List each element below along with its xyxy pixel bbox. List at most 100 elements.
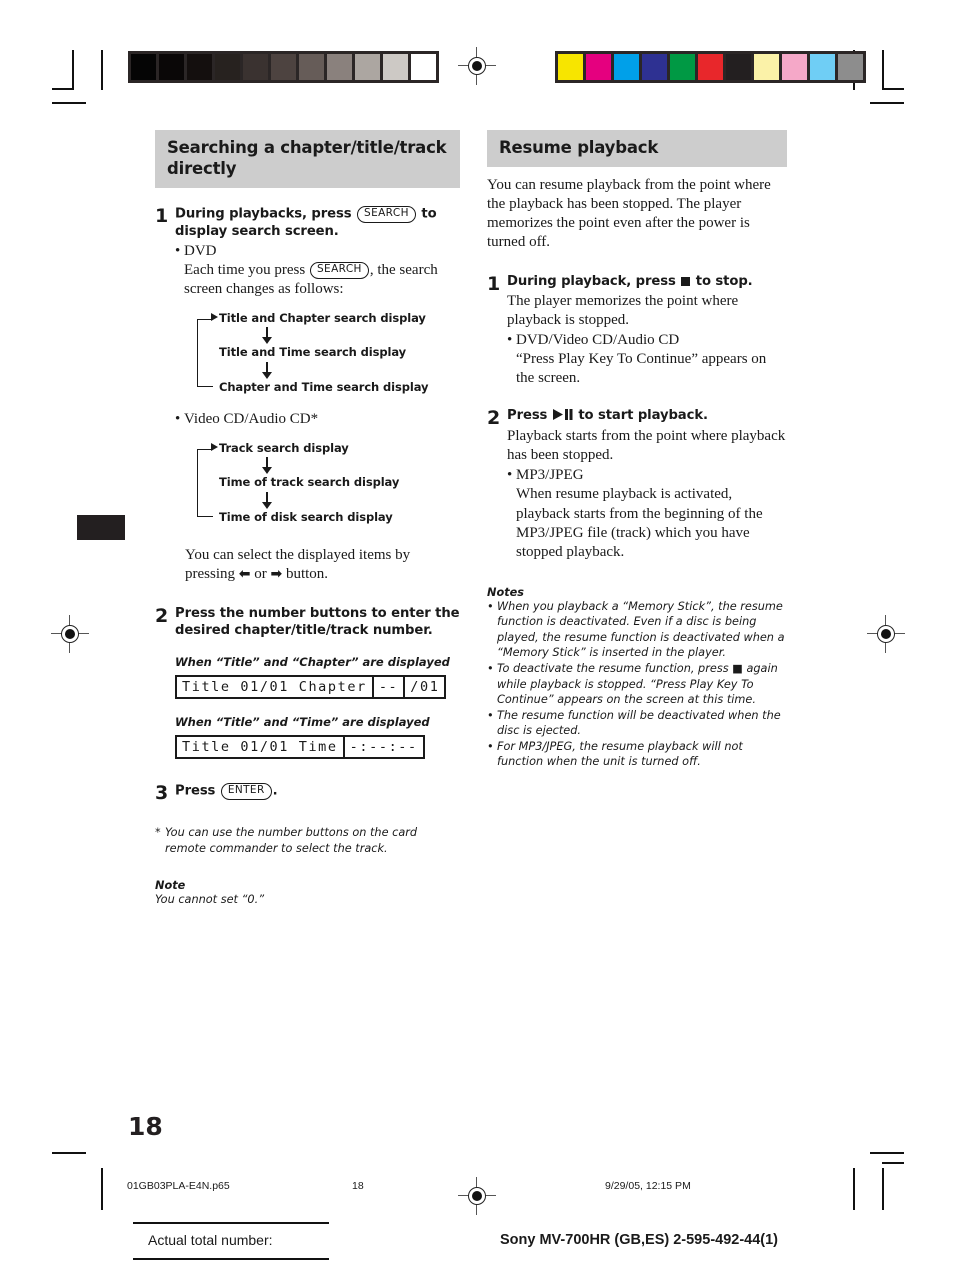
footer-timestamp: 9/29/05, 12:15 PM <box>605 1180 691 1192</box>
notes-list: • When you playback a “Memory Stick”, th… <box>487 599 787 770</box>
crop-mark-tr-h2 <box>870 102 904 104</box>
search-key-pill-2[interactable]: SEARCH <box>309 262 369 279</box>
select-note-b: or <box>254 565 267 582</box>
lcd-segment-main: Title 01/01 Chapter <box>182 679 367 696</box>
step-3-title-a: Press <box>175 783 216 799</box>
color-swatch-9 <box>810 54 835 80</box>
step-1-body: The player memorizes the point where pla… <box>507 293 739 329</box>
note-item-text: The resume function will be deactivated … <box>497 708 781 738</box>
step-2-body: Playback starts from the point where pla… <box>507 428 786 464</box>
flow-arrow-right-icon <box>211 313 218 322</box>
flow-arrow-down-icon <box>219 359 460 381</box>
color-swatch-3 <box>642 54 667 80</box>
lcd-segment-input[interactable]: -- <box>371 677 403 698</box>
lcd-segment-total: /01 <box>403 677 444 698</box>
crop-mark-br-v2 <box>882 1168 884 1210</box>
step-1-resume: 1 During playback, press to stop. The pl… <box>487 274 787 388</box>
bullet-vcd-label: Video CD/Audio CD* <box>184 410 319 427</box>
arrow-left-icon: ⬅ <box>238 565 251 582</box>
note-heading: Note <box>155 878 186 892</box>
gray-swatch-5 <box>271 54 296 80</box>
bullet-dot-icon: • <box>175 242 181 259</box>
gray-swatch-8 <box>355 54 380 80</box>
footer-model-line: Sony MV-700HR (GB,ES) 2-595-492-44(1) <box>500 1232 779 1248</box>
gray-swatch-9 <box>383 54 408 80</box>
bullet-dvd-label: DVD <box>184 242 217 259</box>
color-swatch-5 <box>698 54 723 80</box>
color-calibration-bar <box>555 51 866 83</box>
bullet-dot-icon: • <box>487 661 494 675</box>
flow-arrow-down-icon <box>219 489 460 511</box>
bullet-dot-icon: • <box>487 599 494 613</box>
gray-swatch-4 <box>243 54 268 80</box>
step-2-number: 2 <box>155 604 169 627</box>
step-1-bullets: • DVD Each time you press SEARCH, the se… <box>175 242 460 299</box>
left-column: Searching a chapter/title/track directly… <box>155 130 460 907</box>
note-item-text: To deactivate the resume function, press… <box>497 661 778 707</box>
color-swatch-8 <box>782 54 807 80</box>
select-items-note: You can select the displayed items by pr… <box>175 546 460 584</box>
note-item-text: When you playback a “Memory Stick”, the … <box>497 599 785 660</box>
step-2-title: Press to start playback. <box>507 408 787 426</box>
play-pause-button-icon[interactable] <box>552 409 573 426</box>
step-1-searching: 1 During playbacks, press SEARCH to disp… <box>155 206 460 583</box>
resume-intro-text: You can resume playback from the point w… <box>487 177 771 251</box>
step-1-title-b: to stop. <box>695 274 753 290</box>
flow-item: Time of track search display <box>219 475 400 490</box>
step-2-title: Press the number buttons to enter the de… <box>175 605 460 638</box>
search-key-pill[interactable]: SEARCH <box>357 206 416 224</box>
step-1-number: 1 <box>155 205 169 228</box>
color-swatch-4 <box>670 54 695 80</box>
step-1-number: 1 <box>487 273 501 296</box>
bullet-text: “Press Play Key To Continue” appears on … <box>516 351 767 387</box>
step-1-title-a: During playback, press <box>507 274 676 290</box>
crop-mark-br-h <box>870 1152 904 1154</box>
left-footnote: * You can use the number buttons on the … <box>155 825 460 856</box>
lcd-caption-chapter: When “Title” and “Chapter” are displayed <box>175 655 450 670</box>
crop-mark-br-v <box>853 1168 855 1210</box>
section-heading-resume: Resume playback <box>487 130 787 168</box>
gray-swatch-2 <box>187 54 212 80</box>
color-swatch-7 <box>754 54 779 80</box>
bullet-dot-icon: • <box>507 467 513 484</box>
step-3-title: Press ENTER. <box>175 783 460 801</box>
note-item: • For MP3/JPEG, the resume playback will… <box>487 739 787 770</box>
flow-item: Track search display <box>219 440 349 455</box>
color-swatch-0 <box>558 54 583 80</box>
crop-mark-tr-h <box>882 88 904 90</box>
color-swatch-10 <box>838 54 863 80</box>
crop-mark-br-h2 <box>882 1162 904 1164</box>
footnote-text: You can use the number buttons on the ca… <box>165 826 418 855</box>
manual-page: Searching a chapter/title/track directly… <box>0 0 954 1270</box>
step-2-searching: 2 Press the number buttons to enter the … <box>155 606 460 760</box>
stop-button-icon[interactable] <box>681 276 691 286</box>
registration-mark-right <box>867 615 905 653</box>
color-swatch-2 <box>614 54 639 80</box>
section-tab-marker <box>77 515 125 540</box>
step-2-title-b: to start playback. <box>578 408 708 424</box>
lcd-segment-input[interactable]: -:--:-- <box>342 737 423 758</box>
bullet-dot-icon: • <box>175 410 181 427</box>
lcd-display-chapter: Title 01/01 Chapter -- /01 <box>175 675 447 700</box>
registration-mark-left <box>51 615 89 653</box>
note-item-text: For MP3/JPEG, the resume playback will n… <box>497 739 743 769</box>
bullet-dot-icon: • <box>487 708 494 722</box>
step-1-title: During playbacks, press SEARCH to displa… <box>175 206 460 240</box>
bullet-dot-icon: • <box>507 332 513 349</box>
resume-notes-block: Notes • When you playback a “Memory Stic… <box>487 586 787 770</box>
note-item: • To deactivate the resume function, pre… <box>487 661 787 708</box>
flow-item: Time of disk search display <box>219 509 393 524</box>
bullet-text: When resume playback is activated, playb… <box>516 486 763 560</box>
grayscale-calibration-bar <box>128 51 439 83</box>
flow-arrow-down-icon <box>219 454 460 476</box>
dvd-search-flow-diagram: Title and Chapter search display Title a… <box>197 311 460 394</box>
step-2-number: 2 <box>487 407 501 430</box>
gray-swatch-3 <box>215 54 240 80</box>
crop-mark-tl-v2 <box>101 50 103 90</box>
step-1-title-part-a: During playbacks, press <box>175 206 352 222</box>
crop-mark-tl-v <box>72 50 74 90</box>
enter-key-pill[interactable]: ENTER <box>220 783 272 801</box>
bullet-label: MP3/JPEG <box>516 467 584 484</box>
gray-swatch-1 <box>159 54 184 80</box>
registration-mark-top <box>458 47 496 85</box>
